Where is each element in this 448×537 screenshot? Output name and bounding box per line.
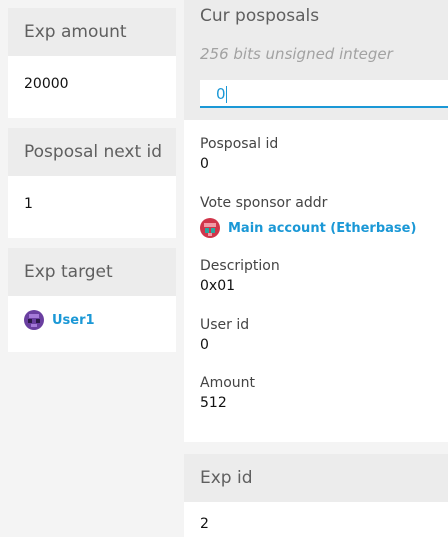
- posposal-next-id-label: Posposal next id: [8, 128, 176, 176]
- text-cursor: [226, 86, 227, 103]
- posposal-next-id-card: Posposal next id 1: [8, 128, 176, 238]
- identicon-purple-icon: [24, 310, 44, 330]
- cur-posposals-header: Cur posposals 256 bits unsigned integer …: [184, 0, 448, 120]
- identicon-red-teal-icon: [200, 218, 220, 238]
- exp-target-value: User1: [52, 312, 95, 328]
- user-id-value: 0: [200, 337, 209, 353]
- posposal-next-id-value: 1: [24, 196, 33, 212]
- posposal-id-label: Posposal id: [200, 136, 279, 152]
- posposal-id-value: 0: [200, 156, 209, 172]
- exp-id-card: Exp id 2: [184, 454, 448, 537]
- vote-sponsor-addr-link[interactable]: Main account (Etherbase): [200, 218, 416, 238]
- amount-label: Amount: [200, 375, 256, 391]
- exp-target-card: Exp target User1: [8, 248, 176, 352]
- cur-posposals-label: Cur posposals: [200, 6, 320, 26]
- description-value: 0x01: [200, 278, 236, 294]
- cur-posposals-input-value: 0: [216, 85, 226, 103]
- vote-sponsor-addr-label: Vote sponsor addr: [200, 195, 328, 211]
- exp-amount-card: Exp amount 20000: [8, 8, 176, 118]
- exp-id-value: 2: [200, 516, 209, 532]
- amount-value: 512: [200, 395, 227, 411]
- vote-sponsor-addr-value: Main account (Etherbase): [228, 220, 417, 236]
- exp-amount-value: 20000: [24, 76, 69, 92]
- exp-target-link[interactable]: User1: [24, 310, 95, 330]
- exp-target-label: Exp target: [8, 248, 176, 296]
- exp-amount-label: Exp amount: [8, 8, 176, 56]
- cur-posposals-card: Cur posposals 256 bits unsigned integer …: [184, 0, 448, 442]
- description-label: Description: [200, 258, 280, 274]
- cur-posposals-hint: 256 bits unsigned integer: [200, 45, 393, 63]
- user-id-label: User id: [200, 317, 250, 333]
- exp-id-label: Exp id: [184, 454, 448, 502]
- cur-posposals-input[interactable]: 0: [200, 80, 448, 108]
